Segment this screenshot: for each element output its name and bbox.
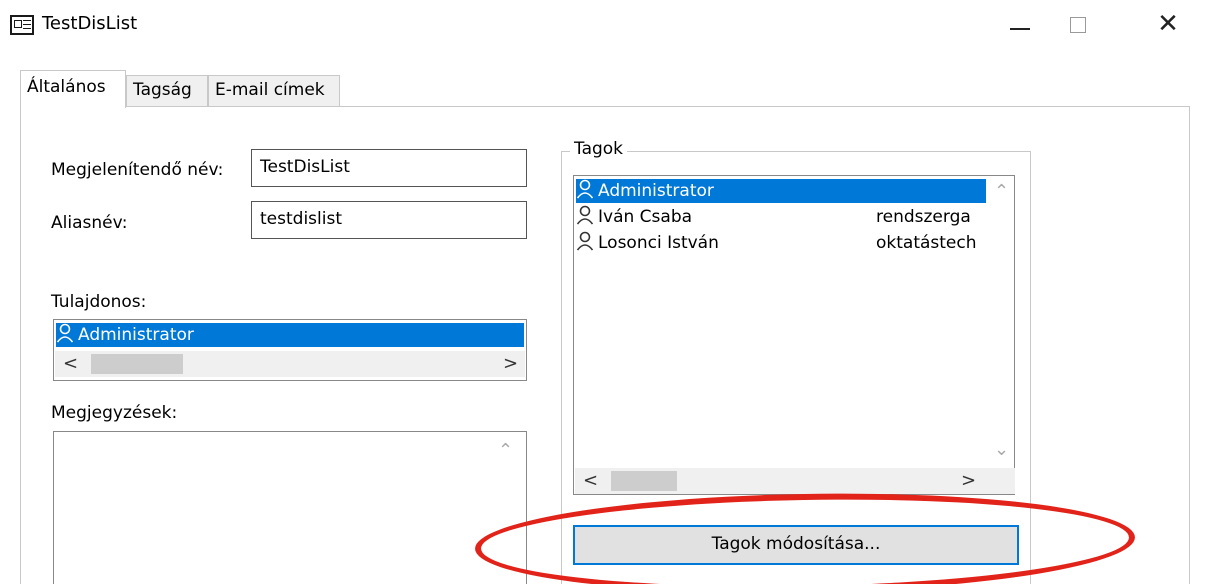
member-row[interactable]: Administrator [576,179,986,203]
close-icon: ✕ [1157,9,1179,39]
scroll-down-icon[interactable]: ⌄ [994,439,1009,461]
scroll-up-icon[interactable]: ⌃ [994,181,1009,203]
owner-scroll-thumb[interactable] [91,354,183,374]
window-title: TestDisList [42,13,138,34]
person-icon [56,323,74,343]
member-name: Iván Csaba [598,207,693,227]
distribution-list-icon [10,15,34,35]
owner-name: Administrator [78,325,194,345]
minimize-button[interactable] [1000,8,1040,42]
members-list[interactable]: Administrator Iván Csaba rendszerga Loso… [573,175,1015,495]
scroll-left-icon[interactable]: < [583,470,598,492]
display-name-input[interactable]: TestDisList [251,149,527,187]
notes-textarea[interactable]: ⌃ [53,431,527,584]
minimize-icon [1010,28,1030,30]
tab-panel-general: Megjelenítendő név: TestDisList Aliasnév… [20,106,1190,584]
tab-altalanos[interactable]: Általános [20,70,126,108]
scroll-right-icon[interactable]: > [503,353,518,375]
maximize-button[interactable] [1058,8,1098,42]
members-scroll-thumb[interactable] [611,471,677,491]
member-name: Administrator [598,181,714,201]
tab-tagsag[interactable]: Tagság [126,75,208,107]
owner-label: Tulajdonos: [51,292,147,312]
member-row[interactable]: Losonci István oktatástech [576,231,986,255]
member-name: Losonci István [598,233,719,253]
member-detail: rendszerga [876,207,971,227]
member-detail: oktatástech [876,233,977,253]
title-bar: TestDisList ✕ [0,0,1205,52]
owner-scrollbar[interactable]: < > [55,351,525,377]
scroll-right-icon[interactable]: > [961,470,976,492]
close-button[interactable]: ✕ [1148,8,1188,42]
person-icon [576,205,594,225]
scroll-up-icon[interactable]: ⌃ [498,440,513,462]
scroll-left-icon[interactable]: < [63,353,78,375]
alias-input[interactable]: testdislist [251,201,527,239]
members-vscrollbar[interactable]: ⌃ ⌄ [986,177,1014,467]
modify-members-button[interactable]: Tagok módosítása... [573,525,1019,565]
member-row[interactable]: Iván Csaba rendszerga [576,205,986,229]
maximize-icon [1070,17,1086,33]
owner-list[interactable]: Administrator < > [53,319,527,381]
members-group-title: Tagok [570,139,628,159]
members-hscrollbar[interactable]: < > [575,468,1015,494]
tab-email-cimek[interactable]: E-mail címek [208,75,340,107]
owner-row[interactable]: Administrator [56,323,524,347]
display-name-label: Megjelenítendő név: [51,160,224,180]
notes-label: Megjegyzések: [51,403,178,423]
alias-label: Aliasnév: [51,213,128,233]
person-icon [576,231,594,251]
person-icon [576,179,594,199]
